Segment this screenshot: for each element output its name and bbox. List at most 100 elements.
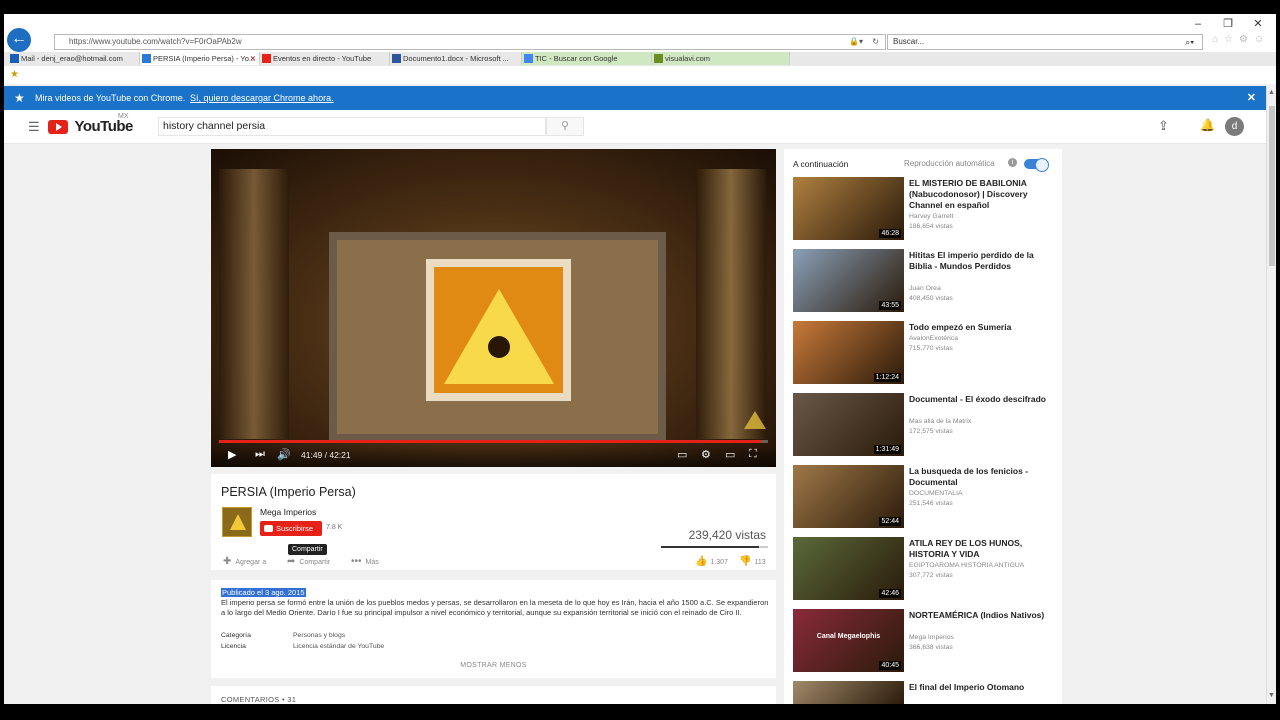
thumbnail-overlay-text: Canal Megaelophis (816, 633, 881, 640)
recommended-video[interactable]: 1:31:49 Documental - El éxodo descifrado M… (793, 393, 1055, 457)
mail-icon (10, 54, 19, 63)
recommended-views: 307,772 vistas (909, 572, 953, 579)
like-button[interactable]: 👍 1.307 (695, 556, 728, 567)
autoplay-toggle[interactable] (1024, 158, 1049, 172)
publish-date: Publicado el 3 ago. 2015 (221, 588, 306, 597)
volume-icon[interactable]: 🔊 (277, 448, 291, 461)
play-icon[interactable]: ▶ (228, 448, 236, 461)
recommended-video-title[interactable]: ATILA REY DE LOS HUNOS, HISTORIA Y VIDA (909, 538, 1055, 560)
minimize-icon[interactable]: – (1184, 16, 1212, 32)
video-thumbnail[interactable]: 43:55 (793, 249, 904, 312)
info-icon[interactable]: i (1008, 158, 1017, 167)
fullscreen-icon[interactable]: ⛶ (749, 448, 757, 461)
recommended-views: 715,770 vistas (909, 345, 953, 352)
recommended-video[interactable]: 46:28 EL MISTERIO DE BABILONIA (Nabucodon… (793, 177, 1055, 241)
reload-icon[interactable]: ↻ (872, 35, 879, 49)
recommended-video-title[interactable]: Hititas El imperio perdido de la Biblia … (909, 250, 1055, 272)
scroll-up-icon[interactable]: ▲ (1268, 89, 1275, 96)
recommended-video-title[interactable]: EL MISTERIO DE BABILONIA (Nabucodonosor)… (909, 178, 1055, 211)
channel-name-link[interactable]: Mega Imperios (260, 507, 316, 517)
browser-search-input[interactable]: Buscar... ⌕▾ (887, 34, 1203, 50)
video-thumbnail[interactable]: 1:31:49 (793, 393, 904, 456)
browser-tab[interactable]: Eventos en directo - YouTube (260, 52, 390, 65)
browser-tab[interactable]: PERSIA (Imperio Persa) - Yo... ✕ (140, 52, 260, 65)
url-text: https://www.youtube.com/watch?v=F0rOaPAb… (69, 37, 242, 46)
recommended-video[interactable]: Canal Megaelophis 40:45 NORTEAMÉRICA (Indi… (793, 609, 1055, 673)
duration-badge: 40:45 (879, 661, 901, 670)
back-arrow-icon[interactable]: ← (7, 28, 31, 52)
recommended-video-title[interactable]: NORTEAMÉRICA (Indios Nativos) (909, 610, 1055, 621)
browser-tab[interactable]: Documento1.docx - Microsoft ... (390, 52, 522, 65)
more-label: Más (365, 559, 379, 566)
video-thumbnail[interactable]: 1:12:24 (793, 321, 904, 384)
category-value-link[interactable]: Personas y blogs (293, 632, 345, 639)
next-icon[interactable]: ⏭ (255, 448, 265, 461)
add-to-button[interactable]: ✚ Agregar a (223, 556, 266, 567)
scrollbar-thumb[interactable] (1269, 106, 1275, 266)
player-controls: ▶ ⏭ 🔊 41:49 / 42:21 ▭ ⚙ ▭ ⛶ (211, 445, 776, 467)
recommended-video-title[interactable]: Documental - El éxodo descifrado (909, 394, 1055, 405)
dislike-count: 113 (754, 559, 766, 566)
download-chrome-link[interactable]: Sí, quiero descargar Chrome ahora. (190, 86, 334, 110)
recommended-channel: Juan Orea (909, 285, 941, 292)
theater-mode-icon[interactable]: ▭ (725, 448, 735, 461)
more-button[interactable]: ••• Más (351, 556, 379, 567)
upload-icon[interactable]: ⇪ (1158, 118, 1169, 134)
close-tab-icon[interactable]: ✕ (250, 52, 256, 65)
close-banner-icon[interactable]: ✕ (1247, 86, 1256, 110)
video-thumbnail[interactable]: 46:28 (793, 177, 904, 240)
video-thumbnail[interactable]: 42:46 (793, 537, 904, 600)
channel-watermark-icon[interactable] (744, 411, 766, 429)
video-player[interactable]: ▶ ⏭ 🔊 41:49 / 42:21 ▭ ⚙ ▭ ⛶ (211, 149, 776, 467)
star-icon: ★ (14, 91, 25, 105)
browser-tab[interactable]: Mail - denj_erao@hotmail.com (8, 52, 140, 65)
recommended-channel: EGIPTOAROMA HISTORIA ANTIGUA (909, 562, 1025, 569)
close-window-icon[interactable]: ✕ (1244, 16, 1272, 32)
video-thumbnail[interactable]: 52:44 (793, 465, 904, 528)
recommended-video[interactable]: El final del Imperio Otomano (793, 681, 1055, 704)
add-to-label: Agregar a (235, 559, 267, 566)
recommended-video[interactable]: 42:46 ATILA REY DE LOS HUNOS, HISTORIA Y … (793, 537, 1055, 601)
subtitles-icon[interactable]: ▭ (677, 448, 687, 461)
like-ratio-fill (661, 546, 760, 548)
video-thumbnail[interactable] (793, 681, 904, 704)
show-less-button[interactable]: MOSTRAR MENOS (211, 662, 776, 669)
license-value: Licencia estándar de YouTube (293, 643, 385, 650)
video-progress-bar[interactable] (219, 440, 768, 443)
recommended-video-title[interactable]: El final del Imperio Otomano (909, 682, 1055, 693)
favorites-star-icon[interactable]: ★ (10, 69, 19, 80)
google-icon (524, 54, 533, 63)
browser-tab[interactable]: TIC - Buscar con Google (522, 52, 652, 65)
search-icon[interactable]: ⌕▾ (1185, 35, 1194, 49)
subscribe-button[interactable]: Suscribirse (260, 521, 322, 536)
recommended-video-title[interactable]: La busqueda de los fenicios - Documental (909, 466, 1055, 488)
maximize-icon[interactable]: ❐ (1214, 16, 1242, 32)
video-thumbnail[interactable]: Canal Megaelophis 40:45 (793, 609, 904, 672)
browser-tab-label: visualavi.com (665, 54, 711, 63)
url-input[interactable]: https://www.youtube.com/watch?v=F0rOaPAb… (54, 34, 886, 50)
share-arrow-icon: ➦ (287, 556, 296, 567)
youtube-logo[interactable]: YouTube MX (48, 113, 133, 135)
share-button[interactable]: ➦ Compartir (287, 556, 330, 567)
thumbs-up-icon: 👍 (695, 556, 708, 567)
recommended-video[interactable]: 1:12:24 Todo empezó en Sumeria AvalonExoté… (793, 321, 1055, 385)
youtube-wordmark: YouTube (74, 118, 133, 135)
browser-toolbar-icons[interactable]: ⌂☆⚙☺ (1212, 34, 1270, 45)
settings-gear-icon[interactable]: ⚙ (701, 448, 711, 461)
notifications-bell-icon[interactable]: 🔔 (1200, 118, 1215, 132)
browser-tab-label: PERSIA (Imperio Persa) - Yo... (153, 54, 256, 63)
youtube-header: ☰ YouTube MX history channel persia ⚲ ⇪ … (4, 110, 1266, 144)
scroll-down-icon[interactable]: ▼ (1268, 692, 1275, 699)
channel-avatar[interactable] (222, 507, 252, 537)
recommended-video-title[interactable]: Todo empezó en Sumeria (909, 322, 1055, 333)
youtube-search-input[interactable]: history channel persia (158, 117, 546, 136)
menu-icon[interactable]: ☰ (28, 119, 40, 135)
page-scrollbar[interactable]: ▲ ▼ (1266, 86, 1276, 704)
lock-icon[interactable]: 🔒▾ (849, 35, 863, 49)
youtube-search-button[interactable]: ⚲ (546, 117, 584, 136)
dislike-button[interactable]: 👎 113 (739, 556, 766, 567)
browser-tab[interactable]: visualavi.com (652, 52, 790, 65)
avatar[interactable]: d (1225, 117, 1244, 136)
recommended-video[interactable]: 43:55 Hititas El imperio perdido de la Bi… (793, 249, 1055, 313)
recommended-video[interactable]: 52:44 La busqueda de los fenicios - Docum… (793, 465, 1055, 529)
